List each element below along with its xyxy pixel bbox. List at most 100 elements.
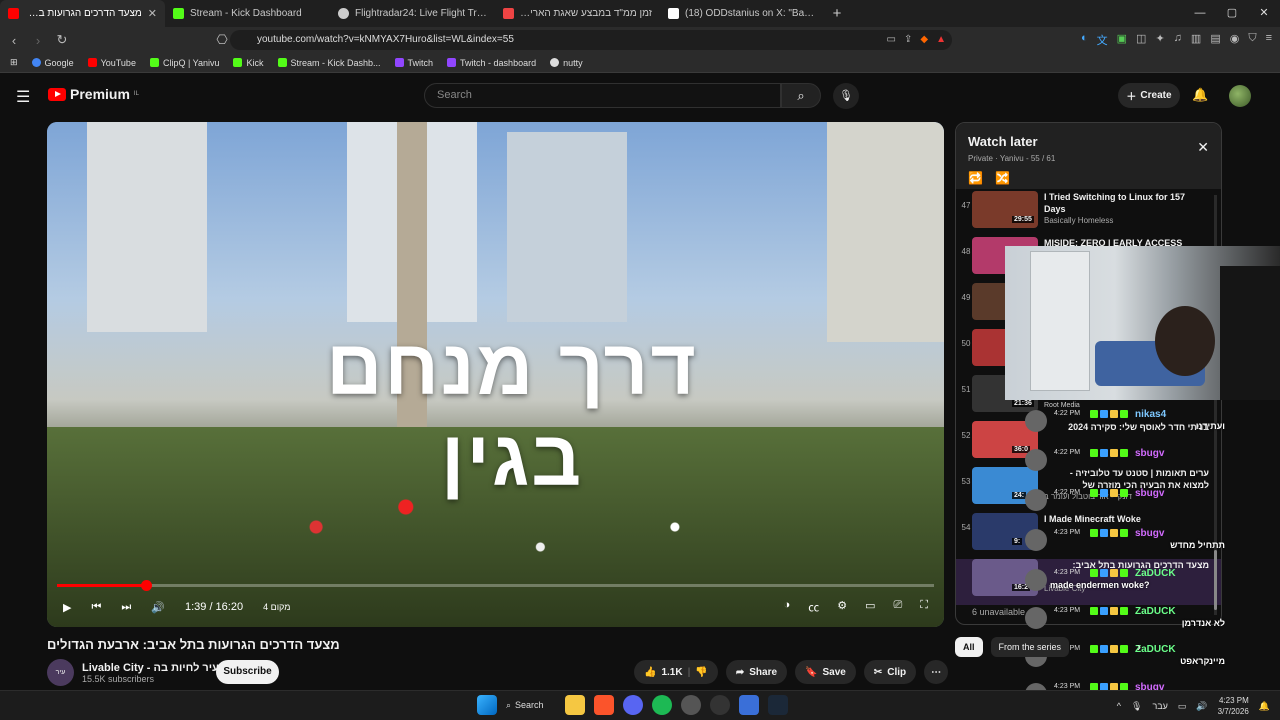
chapter-label[interactable]: 4 מקום <box>263 602 290 612</box>
minimize-icon[interactable]: — <box>1184 0 1216 27</box>
tab-youtube[interactable]: מצעד הדרכים הגרועות בתל אביב ✕ <box>0 0 165 27</box>
thumbs-down-icon[interactable]: 👎 <box>695 667 707 678</box>
video-player[interactable]: דרך מנחם בגין ▶ ⏮ ⏭ 🔊 1:39 / 16:20 4 מקו… <box>47 122 944 627</box>
bookmark-google[interactable]: Google <box>31 58 74 68</box>
vpn-icon[interactable]: ⛉ <box>1248 32 1256 48</box>
search-button[interactable]: ⌕ <box>781 83 821 108</box>
share-button[interactable]: ➦ Share <box>725 660 788 684</box>
play-icon[interactable]: ▶ <box>63 601 71 614</box>
progress-bar[interactable] <box>57 580 934 591</box>
bookmark-page-icon[interactable]: ⎔ <box>212 32 232 48</box>
previous-icon[interactable]: ⏮ <box>91 601 101 614</box>
playlist-item[interactable]: 53 24: ערים תאומות | סטנט עד טלוביזיה - למ… <box>956 467 1221 513</box>
hamburger-menu-icon[interactable]: ☰ <box>16 87 30 107</box>
taskbar-search[interactable]: ⌕ Search <box>506 700 556 711</box>
loop-icon[interactable]: 🔁 <box>968 171 983 185</box>
volume-tray-icon[interactable]: 🔊 <box>1196 701 1207 712</box>
translate-icon[interactable]: 文 <box>1097 32 1108 48</box>
youtube-premium-logo[interactable]: Premium IL <box>48 86 139 102</box>
tab-flightradar[interactable]: Flightradar24: Live Flight Tracker - Re <box>330 0 495 27</box>
close-window-icon[interactable]: ✕ <box>1248 0 1280 27</box>
avatar[interactable] <box>1229 85 1251 107</box>
file-explorer-icon[interactable] <box>565 695 585 715</box>
clock[interactable]: 4:23 PM 3/7/2026 <box>1218 695 1249 717</box>
cast-icon[interactable]: ▭ <box>887 30 896 50</box>
playlist-title[interactable]: Watch later <box>968 134 1038 149</box>
profile-icon[interactable]: ◉ <box>1230 32 1240 48</box>
chip-all[interactable]: All <box>955 637 983 657</box>
settings-gear-icon[interactable]: ⚙ <box>837 599 847 615</box>
tab-kick-dashboard[interactable]: Stream - Kick Dashboard <box>165 0 330 27</box>
brave-browser-icon[interactable] <box>594 695 614 715</box>
back-icon[interactable]: ‹ <box>4 33 24 48</box>
chevron-up-icon[interactable]: ^ <box>1117 701 1121 711</box>
unavailable-count[interactable]: 6 unavailable <box>972 607 1025 617</box>
spotify-icon[interactable] <box>652 695 672 715</box>
volume-icon[interactable]: 🔊 <box>151 601 165 614</box>
x-favicon-icon <box>668 8 679 19</box>
wallet-icon[interactable]: ▤ <box>1210 32 1220 48</box>
steam-icon[interactable] <box>681 695 701 715</box>
extension-icon[interactable]: ◫ <box>1136 32 1146 48</box>
chevron-right-icon[interactable]: › <box>1137 640 1141 654</box>
tab-x[interactable]: (18) ODDstanius on X: "Bashar Gami <box>660 0 825 27</box>
app-icon[interactable] <box>739 695 759 715</box>
maximize-icon[interactable]: ▢ <box>1216 0 1248 27</box>
channel-name[interactable]: Livable City - עיר לחיות בה <box>82 662 219 674</box>
clip-button[interactable]: ✂ Clip <box>863 660 917 684</box>
address-bar[interactable]: youtube.com/watch?v=kNMYAX7Huro&list=WL&… <box>230 30 952 50</box>
channel-avatar[interactable]: עיר לחיות <box>47 659 74 703</box>
bookmark-nutty[interactable]: nutty <box>550 58 583 68</box>
captions-icon[interactable]: ㏄ <box>808 599 819 615</box>
close-tab-icon[interactable]: ✕ <box>148 7 157 20</box>
more-actions-button[interactable]: ⋯ <box>924 660 949 684</box>
bookmark-twitch-dashboard[interactable]: Twitch - dashboard <box>447 58 536 68</box>
mic-tray-icon[interactable]: 🎙 <box>1131 701 1142 712</box>
new-tab-button[interactable]: + <box>825 0 849 27</box>
extensions-icon[interactable]: ✦ <box>1155 32 1164 48</box>
fullscreen-icon[interactable]: ⛶ <box>920 599 928 615</box>
menu-icon[interactable]: ≡ <box>1266 32 1272 48</box>
scrubber-handle[interactable] <box>140 580 152 591</box>
steam-client-icon[interactable] <box>768 695 788 715</box>
voice-search-button[interactable]: 🎙 <box>833 83 859 109</box>
miniplayer-icon[interactable]: ▭ <box>865 599 875 615</box>
bookmark-twitch[interactable]: Twitch <box>394 58 433 68</box>
save-button[interactable]: 🔖 Save <box>795 660 856 684</box>
autoplay-icon[interactable]: ◑ <box>784 599 791 615</box>
cast-icon[interactable]: ⎚ <box>893 599 902 615</box>
playlist-item[interactable]: 47 29:55 I Tried Switching to Linux for 15… <box>956 191 1221 237</box>
extension-icon[interactable]: ◐ <box>1081 32 1088 48</box>
bookmark-clipq[interactable]: ClipQ | Yanivu <box>149 58 219 68</box>
reload-icon[interactable]: ↻ <box>52 32 72 48</box>
bookmark-kick-dashboard[interactable]: Stream - Kick Dashb... <box>277 58 381 68</box>
playlist-item[interactable]: 54 9: I Made Minecraft Woke <box>956 513 1221 559</box>
network-icon[interactable]: ▭ <box>1178 701 1187 712</box>
windows-start-icon[interactable] <box>477 695 497 715</box>
obs-icon[interactable] <box>710 695 730 715</box>
bookmark-kick[interactable]: Kick <box>233 58 264 68</box>
create-button[interactable]: ＋ Create <box>1118 83 1180 108</box>
time-display: 1:39 / 16:20 <box>184 601 244 613</box>
search-input[interactable]: Search <box>424 83 781 108</box>
rewards-icon[interactable]: ▲ <box>936 30 946 50</box>
discord-icon[interactable] <box>623 695 643 715</box>
chip-from-series[interactable]: From the series <box>990 637 1070 657</box>
notification-icon[interactable]: 🔔 <box>1259 701 1270 712</box>
share-icon[interactable]: ⇪ <box>904 30 912 50</box>
sidebar-icon[interactable]: ▥ <box>1191 32 1201 48</box>
bookmark-youtube[interactable]: YouTube <box>87 58 136 68</box>
like-button[interactable]: 👍 1.1K | 👎 <box>634 660 718 684</box>
media-icon[interactable]: ♫ <box>1174 32 1182 48</box>
forward-icon[interactable]: › <box>28 33 48 48</box>
brave-shield-icon[interactable]: ◆ <box>920 30 928 50</box>
apps-icon[interactable]: ⊞ <box>10 57 18 68</box>
tab-news[interactable]: זמן ממ"ד במבצע שאגת הארי: כמה <box>495 0 660 27</box>
language-indicator[interactable]: עבר <box>1152 701 1167 711</box>
close-playlist-icon[interactable]: ✕ <box>1197 139 1209 156</box>
notifications-bell-icon[interactable]: 🔔 <box>1192 87 1208 103</box>
extension-icon[interactable]: ▣ <box>1117 32 1127 48</box>
next-icon[interactable]: ⏭ <box>121 601 131 614</box>
shuffle-icon[interactable]: 🔀 <box>995 171 1010 185</box>
subscribe-button[interactable]: Subscribe <box>216 660 279 684</box>
